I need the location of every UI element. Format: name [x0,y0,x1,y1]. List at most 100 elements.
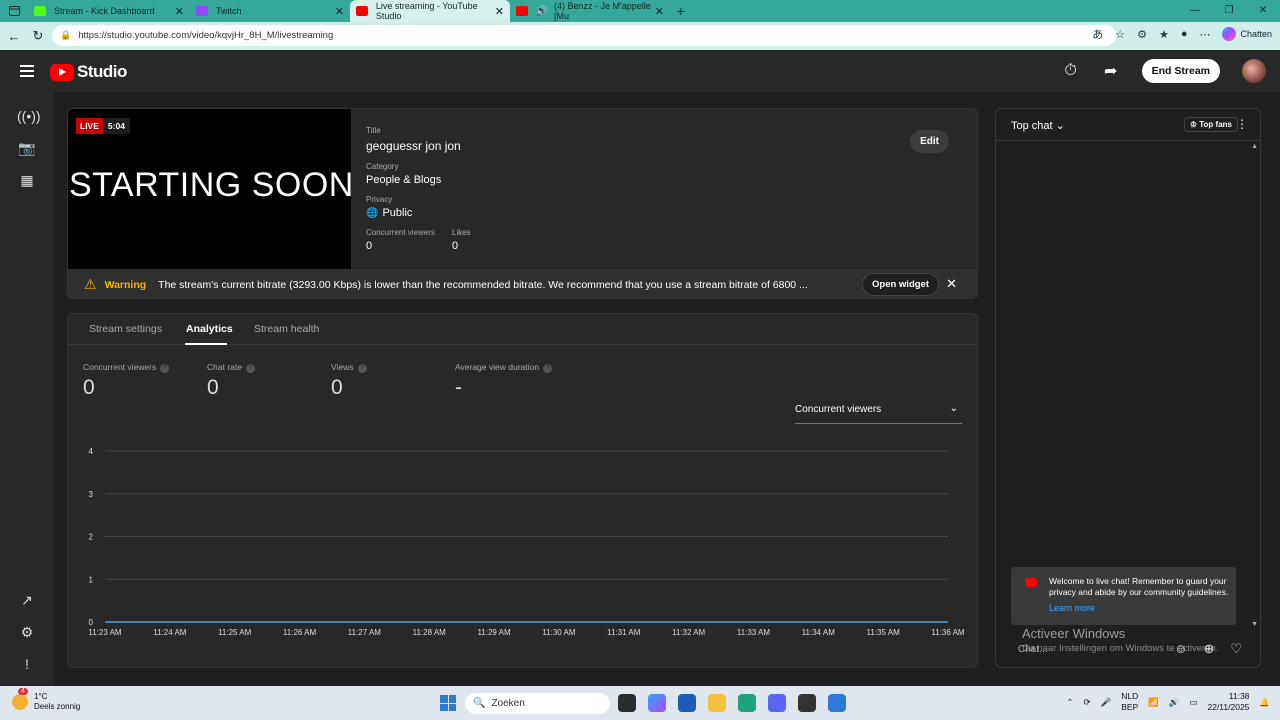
privacy-label: Privacy [366,195,393,204]
copilot-label: Chatten [1240,29,1272,39]
new-tab-icon[interactable]: + [670,3,692,19]
heart-icon[interactable]: ♡ [1230,641,1242,657]
share-icon[interactable]: ➦ [1102,61,1120,81]
weather-icon: 4 [12,688,28,710]
taskbar-search[interactable]: 🔍 Zoeken [465,693,610,714]
tab-twitch[interactable]: Twitch ✕ [190,0,350,22]
tab-kick[interactable]: Stream - Kick Dashboard ✕ [28,0,190,22]
chevron-up-icon[interactable]: ⌃ [1066,697,1073,708]
stat-chat-rate: Chat rate? 0 [207,362,255,400]
favorites-icon[interactable]: ★ [1159,28,1169,41]
windows-start-icon[interactable] [440,695,456,711]
more-options-icon[interactable]: ⋮ [1236,117,1248,131]
chat-mode-select[interactable]: Top chat ⌄ [1011,119,1065,132]
warning-icon: ⚠ [84,276,97,292]
clock[interactable]: 11:38 22/11/2025 [1207,691,1249,713]
x-tick-label: 11:36 AM [931,628,965,637]
welcome-message: Welcome to live chat! Remember to guard … [1011,567,1236,625]
stream-thumbnail[interactable]: LIVE 5:04 STARTING SOON [68,109,354,269]
bitrate-warning-bar: ⚠ Warning The stream's current bitrate (… [68,269,977,298]
favorite-star-icon[interactable]: ☆ [1115,28,1125,41]
close-window-icon[interactable]: ✕ [1246,0,1280,22]
help-icon[interactable]: ? [245,364,255,373]
close-tab-icon[interactable]: ✕ [655,5,664,18]
end-stream-button[interactable]: End Stream [1141,59,1220,83]
stat-views: Views? 0 [331,362,367,400]
analytics-tabs: Stream settings Analytics Stream health [68,314,977,345]
calendar-icon[interactable]: ▦ [17,172,37,189]
open-widget-button[interactable]: Open widget [862,273,939,296]
tab-actions-icon[interactable] [0,0,28,22]
copilot-button[interactable]: Chatten [1222,27,1272,41]
battery-icon[interactable]: ▭ [1189,697,1197,708]
feedback-icon[interactable]: ! [17,656,37,672]
live-label: LIVE [76,118,103,134]
stat-label: Views [331,362,354,372]
weather-text: Deels zonnig [34,702,81,711]
refresh-icon[interactable]: ↻ [26,28,50,44]
timer-icon[interactable]: ⏱ [1062,62,1080,80]
language-indicator[interactable]: NLD BEP [1121,691,1138,713]
close-tab-icon[interactable]: ✕ [495,5,504,18]
x-tick-label: 11:35 AM [867,628,901,637]
chat-header: Top chat ⌄ ♔ Top fans ⋮ [996,109,1260,141]
speaker-icon[interactable]: 🔊 [536,6,548,17]
file-explorer-icon[interactable] [708,694,726,712]
profile-icon[interactable]: ● [1181,28,1188,40]
close-tab-icon[interactable]: ✕ [335,5,344,18]
camera-icon[interactable]: 📷 [17,140,37,157]
weather-widget[interactable]: 4 1°C Deels zonnig [12,688,81,712]
url-field[interactable]: 🔒 https://studio.youtube.com/video/kqvjH… [52,25,1116,46]
help-icon[interactable]: ? [542,364,552,373]
close-tab-icon[interactable]: ✕ [175,5,184,18]
edit-button[interactable]: Edit [910,130,949,153]
activate-windows-title: Activeer Windows [1022,626,1126,641]
store-icon[interactable] [678,694,696,712]
notifications-icon[interactable]: 🔔 [1259,697,1270,708]
stat-label: Concurrent viewers [83,362,157,372]
search-placeholder: Zoeken [491,698,525,709]
live-broadcast-icon[interactable]: ((•)) [17,108,41,124]
scroll-down-icon[interactable]: ▼ [1251,621,1258,628]
metric-select[interactable]: Concurrent viewers ⌄ [795,403,962,424]
stat-label: Average view duration [455,362,539,372]
app-icon[interactable] [828,694,846,712]
discord-icon[interactable] [768,694,786,712]
task-view-icon[interactable] [618,694,636,712]
help-icon[interactable]: ? [160,364,170,373]
minimize-icon[interactable]: — [1178,0,1212,22]
x-tick-label: 11:32 AM [672,628,706,637]
tab-youtube-studio[interactable]: Live streaming - YouTube Studio ✕ [350,0,510,22]
studio-logo[interactable]: Studio [50,62,127,82]
external-link-icon[interactable]: ↗ [17,592,37,609]
settings-icon[interactable]: ⚙ [17,624,37,641]
menu-icon[interactable] [20,65,34,80]
sync-icon[interactable]: ⟳ [1084,697,1091,708]
obs-icon[interactable] [798,694,816,712]
wifi-icon[interactable]: 📶 [1148,697,1159,708]
logo-text: Studio [77,62,127,81]
top-fans-button[interactable]: ♔ Top fans [1183,117,1238,132]
maximize-icon[interactable]: ❐ [1212,0,1246,22]
help-icon[interactable]: ? [357,364,367,373]
x-tick-label: 11:30 AM [542,628,576,637]
copilot-app-icon[interactable] [648,694,666,712]
tab-stream-settings[interactable]: Stream settings [89,323,162,335]
tab-youtube-music[interactable]: 🔊 (4) Benzz - Je M'appelle [Mu ✕ [510,0,670,22]
scroll-up-icon[interactable]: ▲ [1251,143,1258,150]
thumbnail-text: STARTING SOON [69,166,354,204]
edge-icon[interactable] [738,694,756,712]
back-icon[interactable]: ← [2,29,26,44]
volume-icon[interactable]: 🔊 [1169,697,1180,708]
tab-stream-health[interactable]: Stream health [254,323,319,335]
extensions-icon[interactable]: ⚙ [1137,28,1147,41]
avatar[interactable] [1242,59,1266,83]
tab-analytics[interactable]: Analytics [186,323,233,335]
lock-icon[interactable]: 🔒 [60,30,71,41]
taskbar-apps [618,694,846,712]
microphone-icon[interactable]: 🎤 [1101,697,1112,708]
more-icon[interactable]: ⋯ [1199,28,1210,41]
close-icon[interactable]: ✕ [946,276,957,292]
learn-more-link[interactable]: Learn more [1049,603,1095,613]
translate-icon[interactable]: あ [1092,26,1103,42]
